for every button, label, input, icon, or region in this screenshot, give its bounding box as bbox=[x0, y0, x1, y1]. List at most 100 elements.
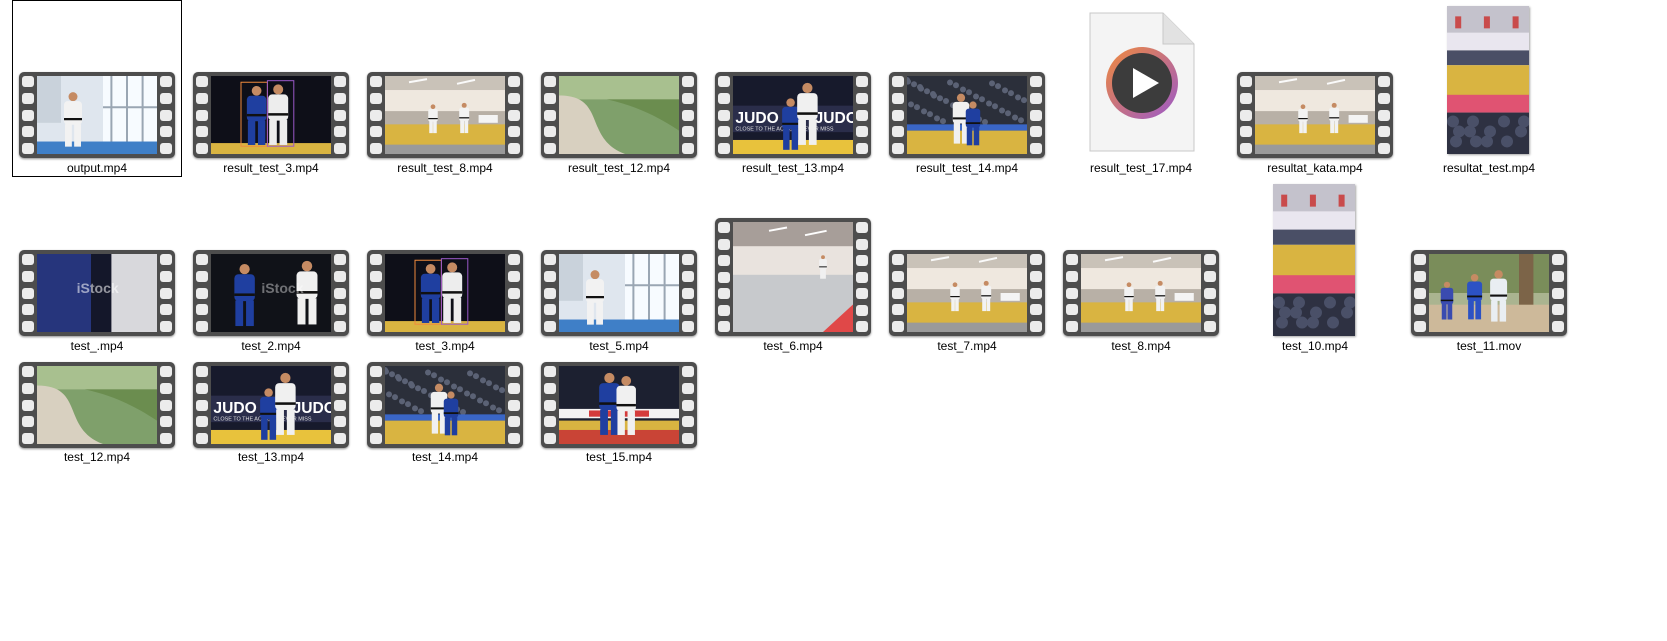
file-name: test_7.mp4 bbox=[937, 339, 997, 353]
film-sprockets bbox=[508, 366, 520, 444]
file-name: output.mp4 bbox=[66, 161, 128, 175]
video-thumbnail bbox=[1237, 72, 1393, 158]
video-frame: iStock bbox=[37, 254, 157, 332]
video-thumbnail bbox=[367, 250, 523, 336]
file-tile[interactable]: resultat_test.mp4 bbox=[1404, 0, 1574, 177]
file-name: result_test_8.mp4 bbox=[397, 161, 493, 175]
file-tile[interactable]: result_test_8.mp4 bbox=[360, 0, 530, 177]
video-thumbnail bbox=[19, 362, 175, 448]
video-thumbnail bbox=[1447, 6, 1529, 154]
file-name: test_14.mp4 bbox=[411, 450, 479, 464]
file-tile[interactable]: result_test_3.mp4 bbox=[186, 0, 356, 177]
video-frame bbox=[1081, 254, 1201, 332]
film-sprockets bbox=[856, 222, 868, 332]
file-name: resultat_kata.mp4 bbox=[1267, 161, 1363, 175]
file-tile[interactable]: test_6.mp4 bbox=[708, 180, 878, 355]
video-frame bbox=[37, 366, 157, 444]
film-sprockets bbox=[334, 254, 346, 332]
file-tile[interactable]: iStock test_.mp4 bbox=[12, 180, 182, 355]
video-thumbnail bbox=[1411, 250, 1567, 336]
film-sprockets bbox=[1204, 254, 1216, 332]
file-name: result_test_12.mp4 bbox=[567, 161, 671, 175]
file-tile[interactable]: test_11.mov bbox=[1404, 180, 1574, 355]
file-tile[interactable]: resultat_kata.mp4 bbox=[1230, 0, 1400, 177]
file-tile[interactable]: result_test_17.mp4 bbox=[1056, 0, 1226, 177]
film-sprockets bbox=[370, 76, 382, 154]
film-sprockets bbox=[334, 366, 346, 444]
film-sprockets bbox=[544, 366, 556, 444]
svg-text:JUDO: JUDO bbox=[735, 110, 778, 127]
video-frame bbox=[385, 254, 505, 332]
film-sprockets bbox=[160, 366, 172, 444]
film-sprockets bbox=[160, 76, 172, 154]
video-frame bbox=[907, 76, 1027, 154]
file-tile[interactable]: output.mp4 bbox=[12, 0, 182, 177]
file-name: test_10.mp4 bbox=[1281, 339, 1349, 353]
video-thumbnail: JUDO JUDO CLOSE TO THE ACTION, NEVER MIS… bbox=[715, 72, 871, 158]
film-sprockets bbox=[856, 76, 868, 154]
film-sprockets bbox=[1240, 76, 1252, 154]
video-thumbnail bbox=[1063, 250, 1219, 336]
svg-text:iStock: iStock bbox=[261, 280, 303, 296]
film-sprockets bbox=[892, 76, 904, 154]
file-tile[interactable]: iStock test_2.mp4 bbox=[186, 180, 356, 355]
video-frame bbox=[37, 76, 157, 154]
video-thumbnail bbox=[1273, 184, 1355, 336]
film-sprockets bbox=[682, 254, 694, 332]
file-tile[interactable]: result_test_14.mp4 bbox=[882, 0, 1052, 177]
video-thumbnail bbox=[19, 72, 175, 158]
file-tile[interactable]: test_8.mp4 bbox=[1056, 180, 1226, 355]
file-explorer-view: output.mp4 result_test_3.mp4 result_test… bbox=[0, 0, 1667, 641]
media-file-icon bbox=[1089, 12, 1195, 152]
film-sprockets bbox=[892, 254, 904, 332]
file-tile[interactable]: test_3.mp4 bbox=[360, 180, 530, 355]
film-sprockets bbox=[1030, 254, 1042, 332]
video-thumbnail bbox=[889, 250, 1045, 336]
file-tile[interactable]: test_7.mp4 bbox=[882, 180, 1052, 355]
film-sprockets bbox=[508, 76, 520, 154]
video-frame bbox=[385, 366, 505, 444]
film-sprockets bbox=[682, 366, 694, 444]
film-sprockets bbox=[718, 76, 730, 154]
file-tile[interactable]: test_14.mp4 bbox=[360, 358, 530, 468]
film-sprockets bbox=[1414, 254, 1426, 332]
film-sprockets bbox=[22, 76, 34, 154]
file-tile[interactable]: JUDO JUDO CLOSE TO THE ACTION, NEVER MIS… bbox=[708, 0, 878, 177]
svg-text:JUDO: JUDO bbox=[293, 400, 331, 417]
video-thumbnail bbox=[367, 362, 523, 448]
file-name: test_15.mp4 bbox=[585, 450, 653, 464]
svg-text:iStock: iStock bbox=[77, 280, 119, 296]
video-frame bbox=[559, 254, 679, 332]
video-frame: JUDO JUDO CLOSE TO THE ACTION, NEVER MIS… bbox=[733, 76, 853, 154]
file-tile[interactable]: test_5.mp4 bbox=[534, 180, 704, 355]
film-sprockets bbox=[22, 254, 34, 332]
file-name: result_test_13.mp4 bbox=[741, 161, 845, 175]
video-thumbnail bbox=[541, 250, 697, 336]
file-tile[interactable]: test_12.mp4 bbox=[12, 358, 182, 468]
film-sprockets bbox=[1552, 254, 1564, 332]
file-tile[interactable]: test_15.mp4 bbox=[534, 358, 704, 468]
film-sprockets bbox=[1378, 76, 1390, 154]
film-sprockets bbox=[160, 254, 172, 332]
video-thumbnail bbox=[541, 72, 697, 158]
video-thumbnail: iStock bbox=[193, 250, 349, 336]
file-name: test_12.mp4 bbox=[63, 450, 131, 464]
video-frame: JUDO JUDO CLOSE TO THE ACTION, NEVER MIS… bbox=[211, 366, 331, 444]
file-name: test_8.mp4 bbox=[1111, 339, 1171, 353]
film-sprockets bbox=[370, 254, 382, 332]
film-sprockets bbox=[718, 222, 730, 332]
video-thumbnail: JUDO JUDO CLOSE TO THE ACTION, NEVER MIS… bbox=[193, 362, 349, 448]
file-tile[interactable]: JUDO JUDO CLOSE TO THE ACTION, NEVER MIS… bbox=[186, 358, 356, 468]
film-sprockets bbox=[1030, 76, 1042, 154]
svg-text:JUDO: JUDO bbox=[213, 400, 256, 417]
video-frame bbox=[907, 254, 1027, 332]
file-name: result_test_14.mp4 bbox=[915, 161, 1019, 175]
film-sprockets bbox=[508, 254, 520, 332]
file-name: result_test_3.mp4 bbox=[223, 161, 319, 175]
film-sprockets bbox=[682, 76, 694, 154]
video-thumbnail bbox=[193, 72, 349, 158]
file-tile[interactable]: test_10.mp4 bbox=[1230, 180, 1400, 355]
file-tile[interactable]: result_test_12.mp4 bbox=[534, 0, 704, 177]
film-sprockets bbox=[196, 254, 208, 332]
film-sprockets bbox=[334, 76, 346, 154]
